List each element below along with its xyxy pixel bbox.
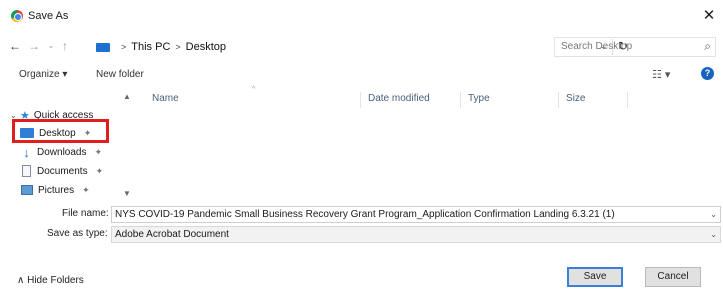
search-icon: ⌕ bbox=[704, 39, 711, 53]
chevron-up-icon: ∧ bbox=[17, 275, 28, 286]
column-header-size[interactable]: Size bbox=[566, 88, 585, 108]
selection-highlight-box bbox=[12, 119, 109, 143]
organize-button[interactable]: Organize ▾ bbox=[19, 69, 67, 80]
address-bar[interactable]: > This PC > Desktop ⌄ ↻ bbox=[90, 37, 628, 57]
cancel-button[interactable]: Cancel bbox=[645, 267, 701, 287]
save-type-label: Save as type: bbox=[47, 228, 108, 239]
recent-locations-chevron-icon[interactable]: ⌄ bbox=[44, 38, 58, 54]
navigation-scrollbar[interactable]: ▲ ▼ bbox=[120, 88, 134, 201]
column-divider bbox=[460, 92, 461, 108]
back-arrow-icon[interactable]: ← bbox=[8, 38, 22, 54]
breadcrumb-separator: > bbox=[121, 42, 127, 52]
column-divider bbox=[360, 92, 361, 108]
pictures-icon bbox=[21, 185, 33, 195]
sidebar-item-label: Documents bbox=[37, 165, 88, 177]
column-header-type[interactable]: Type bbox=[468, 88, 490, 108]
this-pc-icon bbox=[96, 42, 110, 52]
column-divider bbox=[627, 92, 628, 108]
chrome-icon bbox=[11, 10, 23, 22]
pin-icon: ✦ bbox=[95, 165, 104, 176]
forward-arrow-icon[interactable]: → bbox=[27, 38, 41, 54]
sidebar-item-label: Downloads bbox=[37, 146, 87, 158]
chevron-down-icon[interactable]: ⌄ bbox=[710, 227, 717, 242]
sidebar-item-label: Pictures bbox=[38, 184, 75, 196]
search-placeholder: Search Desktop bbox=[561, 41, 633, 52]
window-title: Save As bbox=[28, 10, 69, 22]
breadcrumb-this-pc[interactable]: This PC bbox=[131, 41, 170, 53]
breadcrumb-desktop[interactable]: Desktop bbox=[186, 41, 226, 53]
command-bar: Organize ▾ New folder ☷ ▾ ? bbox=[0, 64, 723, 86]
close-button[interactable]: ✕ bbox=[698, 5, 720, 27]
scroll-down-icon[interactable]: ▼ bbox=[123, 189, 131, 198]
column-divider bbox=[558, 92, 559, 108]
navigation-pane: ⌄ ★ Quick access Desktop ✦ ↓ Downloads ✦… bbox=[0, 88, 120, 201]
chevron-down-icon[interactable]: ⌄ bbox=[710, 207, 717, 222]
file-name-label: File name: bbox=[62, 208, 109, 219]
breadcrumb-separator: > bbox=[175, 42, 181, 52]
hide-folders-label: Hide Folders bbox=[27, 275, 84, 286]
view-options-button[interactable]: ☷ ▾ bbox=[652, 68, 670, 81]
help-icon[interactable]: ? bbox=[701, 67, 714, 80]
sidebar-item-downloads[interactable]: ↓ Downloads ✦ bbox=[20, 143, 102, 161]
sort-indicator-icon: ^ bbox=[252, 86, 256, 93]
scroll-up-icon[interactable]: ▲ bbox=[123, 92, 131, 101]
dialog-footer: ∧ Hide Folders Save Cancel bbox=[0, 260, 723, 294]
search-input[interactable]: Search Desktop ⌕ bbox=[554, 37, 716, 57]
title-bar: Save As ✕ bbox=[0, 0, 723, 32]
pin-icon: ✦ bbox=[82, 184, 90, 195]
file-name-value: NYS COVID-19 Pandemic Small Business Rec… bbox=[115, 209, 615, 220]
file-list[interactable]: ^ Name Date modified Type Size bbox=[134, 86, 723, 201]
file-name-field[interactable]: NYS COVID-19 Pandemic Small Business Rec… bbox=[111, 206, 721, 223]
save-type-value: Adobe Acrobat Document bbox=[115, 229, 229, 240]
document-icon bbox=[22, 165, 31, 177]
new-folder-button[interactable]: New folder bbox=[96, 69, 144, 80]
content-area: ⌄ ★ Quick access Desktop ✦ ↓ Downloads ✦… bbox=[0, 86, 723, 201]
up-arrow-icon[interactable]: ↑ bbox=[58, 38, 72, 54]
pin-icon: ✦ bbox=[94, 146, 103, 157]
hide-folders-toggle[interactable]: ∧ Hide Folders bbox=[17, 275, 84, 286]
column-header-date-modified[interactable]: Date modified bbox=[368, 88, 430, 108]
column-header-name[interactable]: Name bbox=[152, 88, 179, 108]
sidebar-item-pictures[interactable]: Pictures ✦ bbox=[20, 181, 90, 199]
save-button[interactable]: Save bbox=[567, 267, 623, 287]
save-type-select[interactable]: Adobe Acrobat Document ⌄ bbox=[111, 226, 721, 243]
sidebar-item-documents[interactable]: Documents ✦ bbox=[20, 162, 103, 180]
download-arrow-icon: ↓ bbox=[23, 144, 30, 160]
